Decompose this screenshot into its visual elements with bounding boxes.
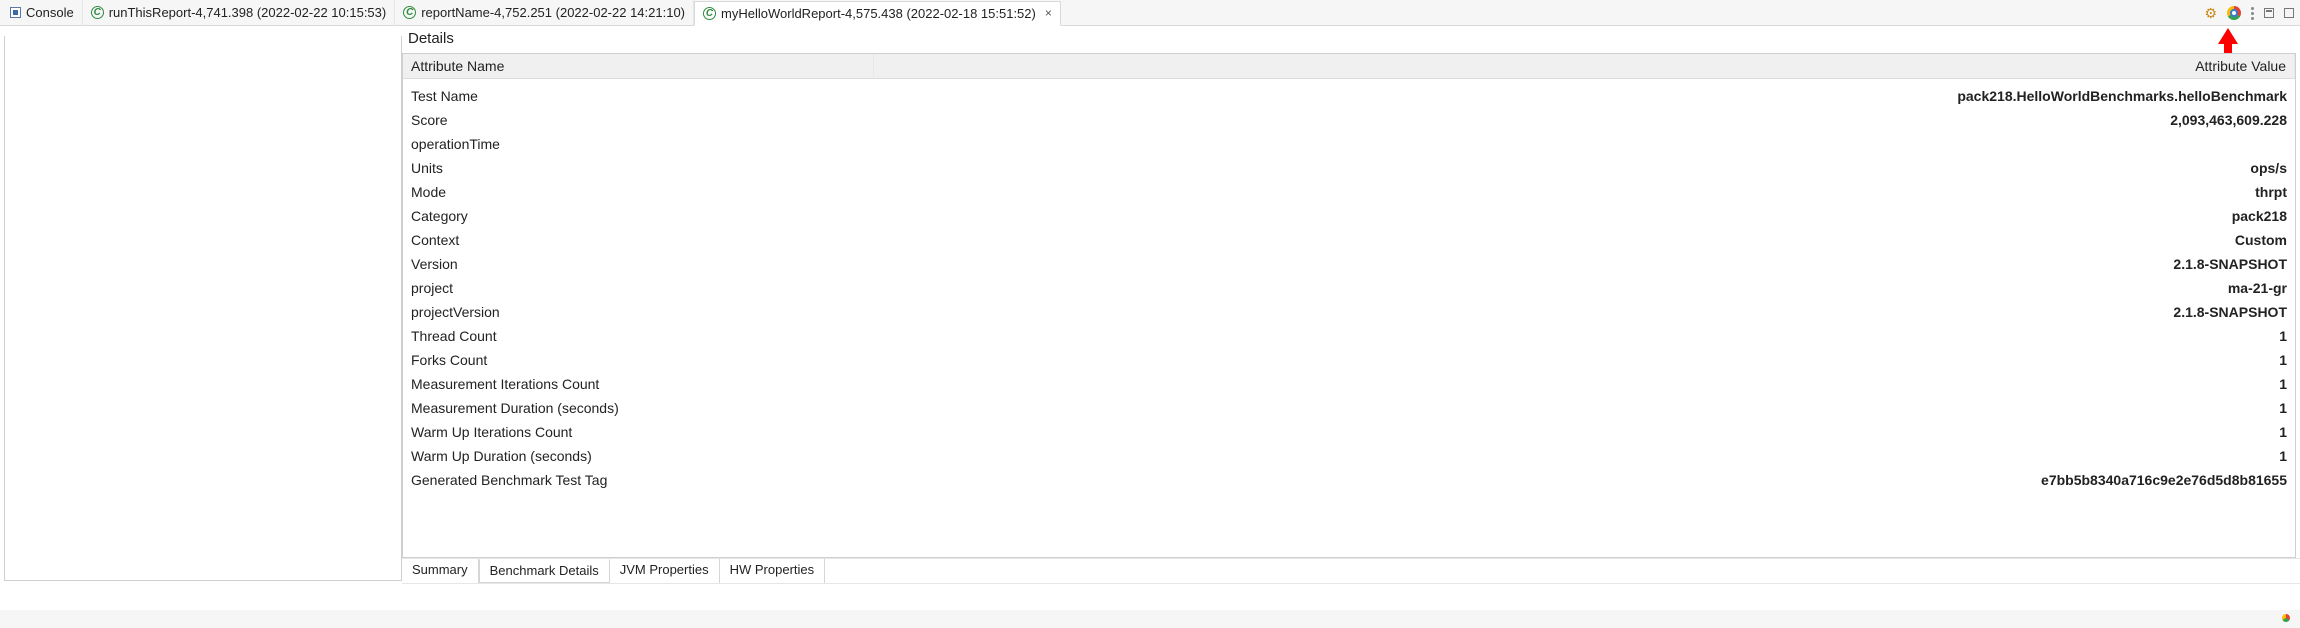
- console-icon: [10, 7, 21, 18]
- content-area: Details Attribute Name Attribute Value T…: [0, 26, 2300, 584]
- kebab-menu-icon[interactable]: [2251, 7, 2254, 20]
- attr-name-cell: Warm Up Duration (seconds): [403, 444, 873, 468]
- attr-name-cell: operationTime: [403, 132, 873, 156]
- report-icon: C: [91, 6, 104, 19]
- tab-report-1[interactable]: C reportName-4,752.251 (2022-02-22 14:21…: [395, 0, 694, 25]
- details-scroll[interactable]: Test Namepack218.HelloWorldBenchmarks.he…: [403, 84, 2295, 557]
- tab-report-0[interactable]: C runThisReport-4,741.398 (2022-02-22 10…: [83, 0, 396, 25]
- attr-value-cell: e7bb5b8340a716c9e2e76d5d8b81655: [873, 468, 2295, 492]
- table-row[interactable]: Unitsops/s: [403, 156, 2295, 180]
- attr-value-cell: 1: [873, 444, 2295, 468]
- attr-value-cell: 2.1.8-SNAPSHOT: [873, 252, 2295, 276]
- details-title: Details: [402, 26, 2300, 53]
- attr-name-cell: Thread Count: [403, 324, 873, 348]
- table-row[interactable]: Warm Up Iterations Count1: [403, 420, 2295, 444]
- attr-value-cell: ops/s: [873, 156, 2295, 180]
- tab-console[interactable]: Console: [2, 0, 83, 25]
- tab-report-2[interactable]: C myHelloWorldReport-4,575.438 (2022-02-…: [694, 1, 1061, 26]
- table-row[interactable]: Score2,093,463,609.228: [403, 108, 2295, 132]
- attr-value-cell: pack218: [873, 204, 2295, 228]
- tab-console-label: Console: [26, 5, 74, 20]
- details-panel: Details Attribute Name Attribute Value T…: [402, 26, 2300, 584]
- report-icon: C: [403, 6, 416, 19]
- table-row[interactable]: Generated Benchmark Test Tage7bb5b8340a7…: [403, 468, 2295, 492]
- tab-report-0-label: runThisReport-4,741.398 (2022-02-22 10:1…: [109, 5, 387, 20]
- status-bar: [0, 610, 2300, 628]
- attr-value-cell: 1: [873, 396, 2295, 420]
- attr-name-cell: Context: [403, 228, 873, 252]
- col-attribute-name[interactable]: Attribute Name: [403, 54, 873, 79]
- table-row[interactable]: Forks Count1: [403, 348, 2295, 372]
- minimize-icon[interactable]: [2264, 8, 2274, 18]
- attr-name-cell: Category: [403, 204, 873, 228]
- attr-name-cell: Forks Count: [403, 348, 873, 372]
- attr-name-cell: Test Name: [403, 84, 873, 108]
- attr-value-cell: 2,093,463,609.228: [873, 108, 2295, 132]
- attr-name-cell: Mode: [403, 180, 873, 204]
- attr-name-cell: Measurement Duration (seconds): [403, 396, 873, 420]
- status-dot-icon: [2282, 614, 2290, 622]
- attr-name-cell: Units: [403, 156, 873, 180]
- table-row[interactable]: Categorypack218: [403, 204, 2295, 228]
- attr-value-cell: 1: [873, 420, 2295, 444]
- tab-report-2-label: myHelloWorldReport-4,575.438 (2022-02-18…: [721, 6, 1036, 21]
- left-panel: [4, 36, 402, 581]
- table-row[interactable]: Warm Up Duration (seconds)1: [403, 444, 2295, 468]
- table-row[interactable]: projectma-21-gr: [403, 276, 2295, 300]
- tab-report-1-label: reportName-4,752.251 (2022-02-22 14:21:1…: [421, 5, 685, 20]
- btab-jvm[interactable]: JVM Properties: [610, 559, 720, 583]
- attr-name-cell: project: [403, 276, 873, 300]
- attr-name-cell: Generated Benchmark Test Tag: [403, 468, 873, 492]
- top-tab-bar: Console C runThisReport-4,741.398 (2022-…: [0, 0, 2300, 26]
- attr-value-cell: 1: [873, 324, 2295, 348]
- table-row[interactable]: Modethrpt: [403, 180, 2295, 204]
- attr-name-cell: Score: [403, 108, 873, 132]
- table-row[interactable]: Measurement Duration (seconds)1: [403, 396, 2295, 420]
- table-row[interactable]: Thread Count1: [403, 324, 2295, 348]
- table-row[interactable]: operationTime: [403, 132, 2295, 156]
- attr-value-cell: pack218.HelloWorldBenchmarks.helloBenchm…: [873, 84, 2295, 108]
- toolbar-icons: ⚙: [2204, 0, 2294, 26]
- attr-name-cell: Version: [403, 252, 873, 276]
- table-row[interactable]: Version2.1.8-SNAPSHOT: [403, 252, 2295, 276]
- table-row[interactable]: Test Namepack218.HelloWorldBenchmarks.he…: [403, 84, 2295, 108]
- table-row[interactable]: ContextCustom: [403, 228, 2295, 252]
- attr-value-cell: 2.1.8-SNAPSHOT: [873, 300, 2295, 324]
- close-icon[interactable]: ×: [1041, 6, 1052, 20]
- maximize-icon[interactable]: [2284, 8, 2294, 18]
- gear-icon[interactable]: ⚙: [2204, 5, 2217, 22]
- chrome-icon[interactable]: [2227, 6, 2241, 20]
- btab-hw[interactable]: HW Properties: [720, 559, 826, 583]
- btab-summary[interactable]: Summary: [402, 559, 479, 583]
- attr-value-cell: [873, 132, 2295, 156]
- attr-value-cell: 1: [873, 348, 2295, 372]
- report-icon: C: [703, 7, 716, 20]
- table-row[interactable]: Measurement Iterations Count1: [403, 372, 2295, 396]
- attr-value-cell: thrpt: [873, 180, 2295, 204]
- btab-benchmark-details[interactable]: Benchmark Details: [479, 559, 610, 583]
- col-attribute-value[interactable]: Attribute Value: [873, 54, 2295, 79]
- details-table-wrap: Attribute Name Attribute Value Test Name…: [402, 53, 2296, 558]
- attr-name-cell: Measurement Iterations Count: [403, 372, 873, 396]
- bottom-tab-bar: Summary Benchmark Details JVM Properties…: [402, 558, 2300, 584]
- attr-value-cell: 1: [873, 372, 2295, 396]
- attr-name-cell: projectVersion: [403, 300, 873, 324]
- attr-name-cell: Warm Up Iterations Count: [403, 420, 873, 444]
- attr-value-cell: ma-21-gr: [873, 276, 2295, 300]
- table-row[interactable]: projectVersion2.1.8-SNAPSHOT: [403, 300, 2295, 324]
- attr-value-cell: Custom: [873, 228, 2295, 252]
